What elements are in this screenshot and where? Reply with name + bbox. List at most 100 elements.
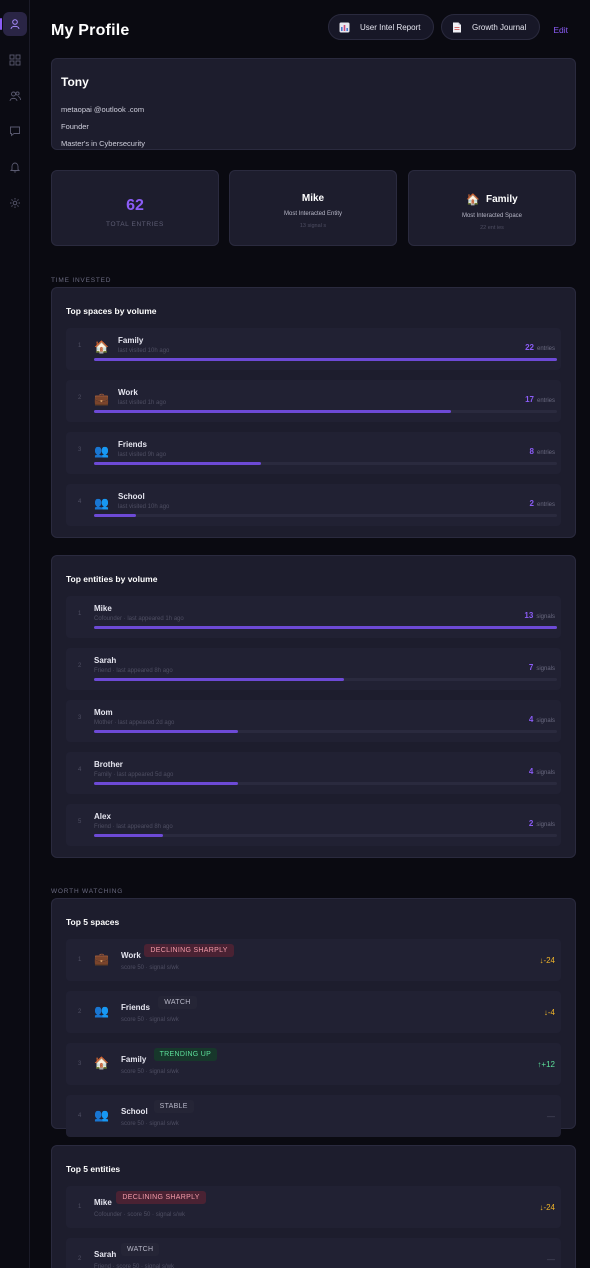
house-icon: 🏠 (94, 340, 109, 354)
watch-entity-row[interactable]: 1 Mike DECLINING SHARPLY Cofounder · score … (66, 1186, 561, 1228)
watch-entities-panel: Top 5 entities 1 Mike DECLINING SHARPLY Cof… (51, 1145, 576, 1268)
entity-row[interactable]: 4 Brother Family · last appeared 5d ago 4 si… (66, 752, 561, 794)
watch-spaces-panel: Top 5 spaces 1 💼 Work DECLINING SHARPLY scor… (51, 898, 576, 1137)
entity-row[interactable]: 3 Mom Mother · last appeared 2d ago 4 signal… (66, 700, 561, 742)
entity-score: Friend · score 50 · signal s/wk (94, 1264, 175, 1268)
edit-link[interactable]: Edit (553, 25, 568, 35)
volume-bar-track (94, 834, 557, 837)
worth-watching-label: WORTH WATCHING (51, 888, 124, 895)
total-entries-card: 62 TOTAL ENTRIES (51, 170, 219, 246)
user-intel-report-button[interactable]: User Intel Report (328, 14, 434, 40)
rank-number: 4 (78, 1113, 82, 1119)
rank-number: 2 (78, 1256, 82, 1262)
entity-count-value: 4 (528, 767, 534, 776)
entity-count-unit: signals (536, 666, 555, 672)
trend-delta: — (547, 1112, 555, 1121)
watch-space-row[interactable]: 1 💼 Work DECLINING SHARPLY score 50 · signal… (66, 939, 561, 981)
space-name: Friends (121, 1003, 150, 1012)
most-interacted-entity-card: Mike Most Interacted Entity 13 signal s (229, 170, 397, 246)
bell-icon[interactable] (3, 155, 27, 179)
volume-bar-track (94, 462, 557, 465)
most-interacted-space-label: Most Interacted Space (461, 213, 523, 219)
growth-journal-label: Growth Journal (472, 22, 527, 32)
space-row[interactable]: 1 🏠 Family last visited 10h ago 22 entries (66, 328, 561, 370)
space-count-unit: entries (536, 502, 555, 508)
entity-count: 2 signals (529, 819, 555, 828)
rank-number: 3 (78, 447, 82, 453)
growth-journal-button[interactable]: Growth Journal (441, 14, 540, 40)
space-last-visited: last visited 10h ago (118, 504, 170, 510)
sidebar (0, 0, 30, 1268)
watch-space-row[interactable]: 3 🏠 Family TRENDING UP score 50 · signal s/w… (66, 1043, 561, 1085)
entity-row[interactable]: 5 Alex Friend · last appeared 8h ago 2 signa… (66, 804, 561, 846)
watch-entities-title: Top 5 entities (66, 1164, 121, 1174)
top-entities-panel: Top entities by volume 1 Mike Cofounder · … (51, 555, 576, 858)
gear-icon[interactable] (3, 191, 27, 215)
header: My Profile User Intel Report Growth Jour… (51, 0, 576, 58)
entity-last-appeared: Friend · last appeared 8h ago (94, 824, 173, 830)
volume-bar-track (94, 514, 557, 517)
entity-row[interactable]: 1 Mike Cofounder · last appeared 1h ago 13 s… (66, 596, 561, 638)
space-count: 22 entries (525, 343, 555, 352)
entity-count-value: 4 (528, 715, 534, 724)
space-score: score 50 · signal s/wk (121, 965, 179, 971)
top-entities-title: Top entities by volume (66, 574, 158, 584)
rank-number: 2 (78, 1009, 82, 1015)
space-name: Family (121, 1055, 147, 1064)
entity-count: 7 signals (529, 663, 555, 672)
total-entries-label: TOTAL ENTRIES (106, 221, 164, 228)
space-name: School (118, 492, 145, 501)
volume-bar-fill (94, 514, 136, 517)
entity-count: 4 signals (529, 715, 555, 724)
top-spaces-panel: Top spaces by volume 1 🏠 Family last visite… (51, 287, 576, 538)
top-spaces-title: Top spaces by volume (66, 306, 157, 316)
trend-delta: ↓-24 (539, 1203, 555, 1212)
space-count-unit: entries (536, 346, 555, 352)
grid-icon[interactable] (3, 48, 27, 72)
most-interacted-entity-sub: 13 signal s (299, 223, 327, 229)
status-badge: DECLINING SHARPLY (116, 1191, 206, 1204)
trend-delta: ↓-24 (539, 956, 555, 965)
entity-name: Sarah (94, 656, 117, 665)
rank-number: 3 (78, 1061, 82, 1067)
entity-last-appeared: Mother · last appeared 2d ago (94, 720, 175, 726)
entity-name: Mike (94, 1198, 112, 1207)
space-score: score 50 · signal s/wk (121, 1069, 179, 1075)
chat-icon[interactable] (3, 119, 27, 143)
volume-bar-fill (94, 462, 261, 465)
space-row[interactable]: 3 👥 Friends last visited 9h ago 8 entries (66, 432, 561, 474)
space-name: School (121, 1107, 148, 1116)
space-row[interactable]: 4 👥 School last visited 10h ago 2 entries (66, 484, 561, 526)
profile-icon[interactable] (0, 12, 27, 36)
volume-bar-fill (94, 834, 164, 837)
volume-bar-fill (94, 730, 238, 733)
people-icon: 👥 (94, 496, 109, 510)
most-interacted-space-card: 🏠 Family Most Interacted Space 22 ent ie… (408, 170, 576, 246)
house-icon: 🏠 (466, 194, 480, 206)
status-badge: DECLINING SHARPLY (144, 944, 234, 957)
space-count-value: 22 (525, 343, 534, 352)
space-count-value: 2 (529, 499, 534, 508)
volume-bar-fill (94, 410, 451, 413)
briefcase-icon: 💼 (94, 392, 109, 406)
volume-bar-track (94, 358, 557, 361)
people-icon: 👥 (94, 1004, 109, 1018)
page-icon (452, 22, 462, 33)
entity-row[interactable]: 2 Sarah Friend · last appeared 8h ago 7 sign… (66, 648, 561, 690)
space-count: 8 entries (530, 447, 555, 456)
status-badge: TRENDING UP (153, 1048, 218, 1061)
status-badge: WATCH (158, 996, 197, 1009)
house-icon: 🏠 (94, 1056, 109, 1070)
user-intel-report-label: User Intel Report (360, 22, 421, 32)
entity-name: Mike (94, 604, 112, 613)
volume-bar-fill (94, 626, 557, 629)
entity-last-appeared: Cofounder · last appeared 1h ago (94, 616, 184, 622)
users-icon[interactable] (3, 84, 27, 108)
watch-entity-row[interactable]: 2 Sarah WATCH Friend · score 50 · signal s/… (66, 1238, 561, 1268)
space-count: 17 entries (525, 395, 555, 404)
entity-count: 13 signals (524, 611, 555, 620)
watch-space-row[interactable]: 2 👥 Friends WATCH score 50 · signal s/wk ↓-4 (66, 991, 561, 1033)
watch-space-row[interactable]: 4 👥 School STABLE score 50 · signal s/wk — (66, 1095, 561, 1137)
space-row[interactable]: 2 💼 Work last visited 1h ago 17 entries (66, 380, 561, 422)
entity-score: Cofounder · score 50 · signal s/wk (94, 1212, 186, 1218)
